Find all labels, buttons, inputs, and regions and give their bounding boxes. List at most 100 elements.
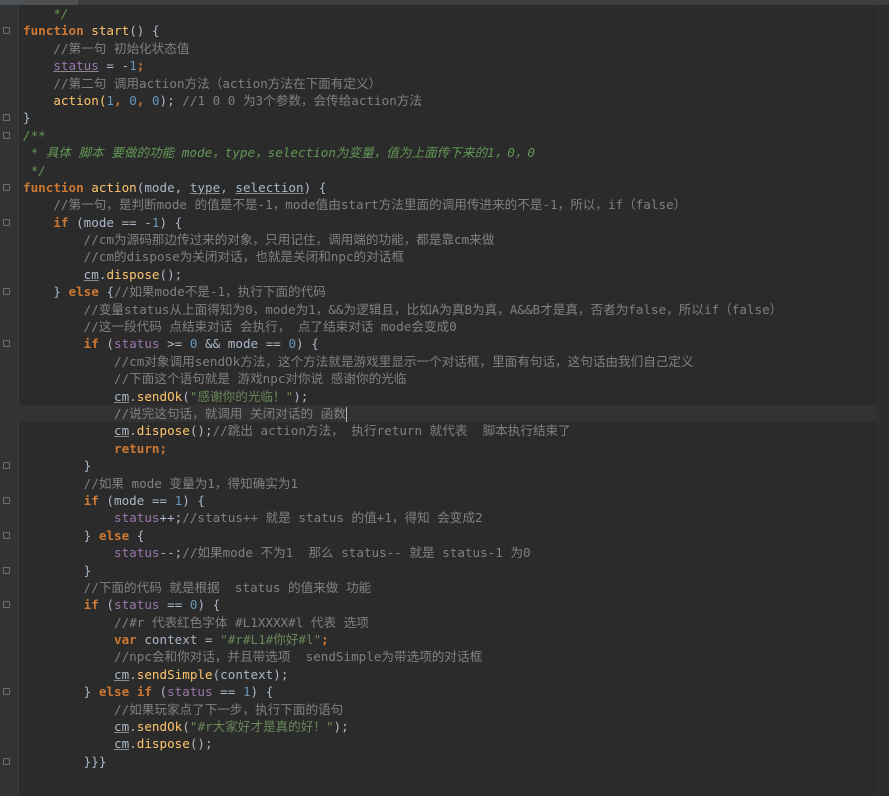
code-token: * 具体 脚本 要做的功能 mode，type，selection为变量，值为上… xyxy=(23,145,535,161)
code-line[interactable]: } else {//如果mode不是-1，执行下面的代码 xyxy=(3,283,877,300)
fold-marker-icon[interactable] xyxy=(3,757,10,765)
code-line[interactable]: } xyxy=(3,562,877,579)
code-line[interactable]: if (status == 0) { xyxy=(3,596,877,613)
code-token: //cm为源码那边传过来的对象，只用记住，调用端的功能，都是靠cm来做 xyxy=(83,232,495,248)
code-line[interactable]: cm.sendOk("感谢你的光临！"); xyxy=(18,388,877,405)
code-line[interactable]: status = -1; xyxy=(18,57,877,74)
code-line[interactable]: cm.dispose();//跳出 action方法， 执行return 就代表… xyxy=(18,422,877,439)
fold-marker-icon[interactable] xyxy=(3,601,10,609)
code-token: "#r#L1#你好#l" xyxy=(220,632,322,648)
code-line[interactable]: } xyxy=(3,109,877,126)
code-line[interactable]: //下面这个语句就是 游戏npc对你说 感谢你的光临 xyxy=(18,370,877,387)
code-line[interactable]: //下面的代码 就是根据 status 的值来做 功能 xyxy=(18,579,877,596)
code-token: } xyxy=(53,284,69,300)
code-line[interactable]: cm.sendSimple(context); xyxy=(18,666,877,683)
code-line[interactable]: //cm的dispose为关闭对话，也就是关闭和npc的对话框 xyxy=(18,248,877,265)
code-token: ( xyxy=(151,684,168,700)
code-line[interactable]: function start() { xyxy=(3,22,877,39)
code-line[interactable]: //#r 代表红色字体 #L1XXXX#l 代表 选项 xyxy=(18,614,877,631)
code-line[interactable]: var context = "#r#L1#你好#l"; xyxy=(18,631,877,648)
code-line[interactable]: return; xyxy=(18,440,877,457)
fold-marker-icon[interactable] xyxy=(3,566,10,574)
code-token: else xyxy=(68,284,99,300)
fold-marker-icon[interactable] xyxy=(3,688,10,696)
code-line[interactable]: }}} xyxy=(3,753,877,770)
fold-marker-icon[interactable] xyxy=(3,218,10,226)
code-token: (); xyxy=(189,736,213,752)
code-token: sendSimple xyxy=(136,666,213,682)
code-line[interactable]: if (status >= 0 && mode == 0) { xyxy=(3,335,877,352)
code-line[interactable]: //cm为源码那边传过来的对象，只用记住，调用端的功能，都是靠cm来做 xyxy=(18,231,877,248)
code-line[interactable]: function action(mode, type, selection) { xyxy=(3,179,877,196)
code-token: } xyxy=(83,684,99,700)
fold-marker-icon[interactable] xyxy=(3,27,10,35)
code-line[interactable]: //cm对象调用sendOk方法，这个方法就是游戏里显示一个对话框，里面有句话，… xyxy=(18,353,877,370)
fold-marker-icon[interactable] xyxy=(3,288,10,296)
vertical-scrollbar[interactable] xyxy=(878,5,889,796)
code-editor[interactable]: */function start() { //第一句 初始化状态值 status… xyxy=(3,5,877,770)
fold-marker-icon[interactable] xyxy=(3,462,10,470)
code-line[interactable]: //第一句 初始化状态值 xyxy=(18,40,877,57)
code-token: return xyxy=(114,440,160,456)
code-token: if xyxy=(83,336,99,352)
code-token: cm xyxy=(114,423,130,439)
code-line[interactable]: //如果玩家点了下一步，执行下面的语句 xyxy=(18,701,877,718)
code-line[interactable]: } else if (status == 1) { xyxy=(3,683,877,700)
code-token: 1 xyxy=(129,58,137,74)
code-line[interactable]: } xyxy=(3,457,877,474)
code-line[interactable]: status--;//如果mode 不为1 那么 status-- 就是 sta… xyxy=(18,544,877,561)
code-token: dispose xyxy=(136,423,190,439)
fold-marker-icon[interactable] xyxy=(3,183,10,191)
code-line[interactable]: //如果 mode 变量为1，得知确实为1 xyxy=(18,475,877,492)
code-line[interactable]: */ xyxy=(18,162,877,179)
code-line[interactable]: //说完这句话，就调用 关闭对话的 函数 xyxy=(18,404,877,423)
code-token: == xyxy=(159,597,190,613)
code-line[interactable]: status++;//status++ 就是 status 的值+1，得知 会变… xyxy=(18,509,877,526)
code-line[interactable]: cm.dispose(); xyxy=(18,735,877,752)
code-token: , xyxy=(220,179,236,195)
code-token: //变量status从上面得知为0，mode为1，&&为逻辑且，比如A为真B为真… xyxy=(83,301,783,317)
code-token: //第二句 调用action方法（action方法在下面有定义） xyxy=(53,75,382,91)
code-line[interactable]: action(1, 0, 0); //1 0 0 为3个参数，会传给action… xyxy=(18,92,877,109)
code-line[interactable]: */ xyxy=(18,5,877,22)
code-token: . xyxy=(129,719,137,735)
fold-marker-icon[interactable] xyxy=(3,531,10,539)
fold-marker-icon[interactable] xyxy=(3,114,10,122)
code-token: context = xyxy=(136,632,221,648)
code-line[interactable]: if (mode == -1) { xyxy=(3,214,877,231)
code-line[interactable]: //第二句 调用action方法（action方法在下面有定义） xyxy=(18,75,877,92)
code-line[interactable]: cm.dispose(); xyxy=(18,266,877,283)
code-token: cm xyxy=(114,719,130,735)
code-token: 1 xyxy=(242,684,251,700)
code-line[interactable]: } else { xyxy=(3,527,877,544)
fold-marker-icon[interactable] xyxy=(3,340,10,348)
code-token: ; xyxy=(136,58,145,74)
code-token: //下面的代码 就是根据 status 的值来做 功能 xyxy=(83,579,372,595)
code-token: ( xyxy=(98,597,115,613)
code-line[interactable]: //变量status从上面得知为0，mode为1，&&为逻辑且，比如A为真B为真… xyxy=(18,301,877,318)
code-token: status xyxy=(114,545,160,561)
code-token: , xyxy=(136,92,152,108)
code-token: . xyxy=(129,388,137,404)
code-line[interactable]: //npc会和你对话，并且带选项 sendSimple为带选项的对话框 xyxy=(18,648,877,665)
code-line[interactable]: if (mode == 1) { xyxy=(3,492,877,509)
code-token: ; xyxy=(321,632,329,648)
code-line[interactable]: //这一段代码 点结束对话 会执行， 点了结束对话 mode会变成0 xyxy=(18,318,877,335)
fold-marker-icon[interactable] xyxy=(3,131,10,139)
code-line[interactable]: cm.sendOk("#r大家好才是真的好！"); xyxy=(18,718,877,735)
code-token: /** xyxy=(23,127,46,143)
code-line[interactable]: * 具体 脚本 要做的功能 mode，type，selection为变量，值为上… xyxy=(18,144,877,161)
code-line[interactable]: /** xyxy=(3,127,877,144)
fold-marker-icon[interactable] xyxy=(3,496,10,504)
code-line[interactable]: //第一句，是判断mode 的值是不是-1，mode值由start方法里面的调用… xyxy=(18,196,877,213)
code-token: 1 xyxy=(151,214,160,230)
code-token: status xyxy=(114,510,160,526)
